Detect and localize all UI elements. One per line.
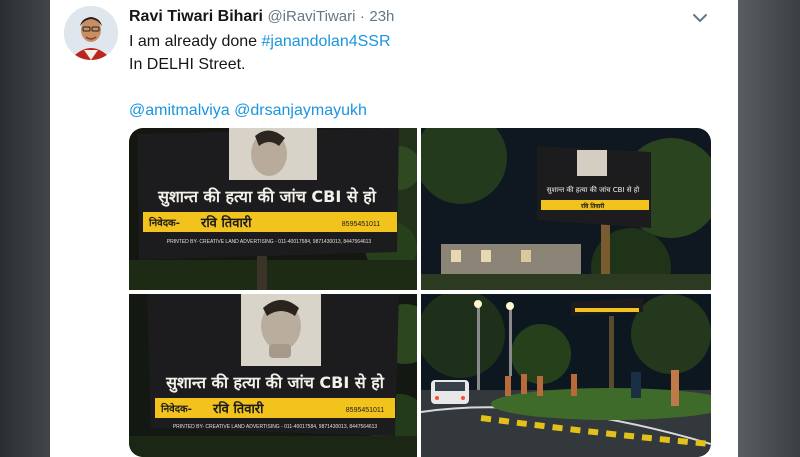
author-handle[interactable]: @iRaviTiwari bbox=[267, 8, 355, 25]
chevron-down-icon[interactable] bbox=[690, 8, 710, 28]
separator-dot: · bbox=[359, 8, 365, 25]
tweet-timestamp[interactable]: 23h bbox=[369, 8, 394, 25]
banner-photo-2: सुशान्त की हत्या की जांच CBI से हो रवि त… bbox=[421, 128, 711, 290]
banner-requester-name-2: रवि तिवारी bbox=[212, 401, 264, 417]
banner-photo-3: सुशान्त की हत्या की जांच CBI से हो निवेद… bbox=[129, 294, 417, 457]
tweet-card[interactable]: Ravi Tiwari Bihari @iRaviTiwari · 23h I … bbox=[50, 0, 738, 457]
media-photo-1[interactable]: सुशान्त की हत्या की जांच CBI से हो निवेद… bbox=[129, 128, 417, 290]
tweet-line-1: I am already done #janandolan4SSR bbox=[129, 30, 689, 53]
hashtag-link[interactable]: #janandolan4SSR bbox=[262, 33, 391, 50]
media-grid: सुशान्त की हत्या की जांच CBI से हो निवेद… bbox=[129, 128, 711, 457]
tweet-line-mentions: @amitmalviya @drsanjaymayukh bbox=[129, 99, 689, 122]
mention-link-2[interactable]: @drsanjaymayukh bbox=[234, 102, 367, 119]
tweet-header: Ravi Tiwari Bihari @iRaviTiwari · 23h bbox=[129, 6, 394, 28]
banner-requester-label-2: निवेदक- bbox=[160, 402, 192, 415]
avatar[interactable] bbox=[64, 6, 118, 60]
banner-photo-1: सुशान्त की हत्या की जांच CBI से हो निवेद… bbox=[129, 128, 417, 290]
tweet-text-prefix: I am already done bbox=[129, 33, 262, 50]
author-display-name[interactable]: Ravi Tiwari Bihari bbox=[129, 8, 263, 25]
tweet-line-2: In DELHI Street. bbox=[129, 56, 246, 73]
media-photo-2[interactable]: सुशान्त की हत्या की जांच CBI से हो रवि त… bbox=[421, 128, 711, 290]
street-photo-4 bbox=[421, 294, 711, 457]
media-photo-3[interactable]: सुशान्त की हत्या की जांच CBI से हो निवेद… bbox=[129, 294, 417, 457]
banner-headline-2: सुशान्त की हत्या की जांच CBI से हो bbox=[165, 373, 385, 393]
background-right-panel bbox=[738, 0, 800, 457]
banner-headline: सुशान्त की हत्या की जांच CBI से हो bbox=[157, 187, 377, 207]
banner-footer-2: PRINTED BY- CREATIVE LAND ADVERTISING - … bbox=[173, 424, 378, 430]
background-left-panel bbox=[0, 0, 50, 457]
banner-headline-small: सुशान्त की हत्या की जांच CBI से हो bbox=[547, 185, 640, 194]
banner-phone: 8595451011 bbox=[342, 221, 381, 228]
banner-phone-2: 8595451011 bbox=[346, 407, 385, 414]
banner-requester-label: निवेदक- bbox=[148, 216, 180, 229]
tweet-text: I am already done #janandolan4SSR In DEL… bbox=[129, 30, 689, 122]
mention-link-1[interactable]: @amitmalviya bbox=[129, 102, 230, 119]
banner-requester-name-small: रवि तिवारी bbox=[580, 202, 605, 210]
banner-footer: PRINTED BY- CREATIVE LAND ADVERTISING - … bbox=[167, 239, 372, 245]
media-photo-4[interactable] bbox=[421, 294, 711, 457]
banner-requester-name: रवि तिवारी bbox=[200, 215, 252, 231]
